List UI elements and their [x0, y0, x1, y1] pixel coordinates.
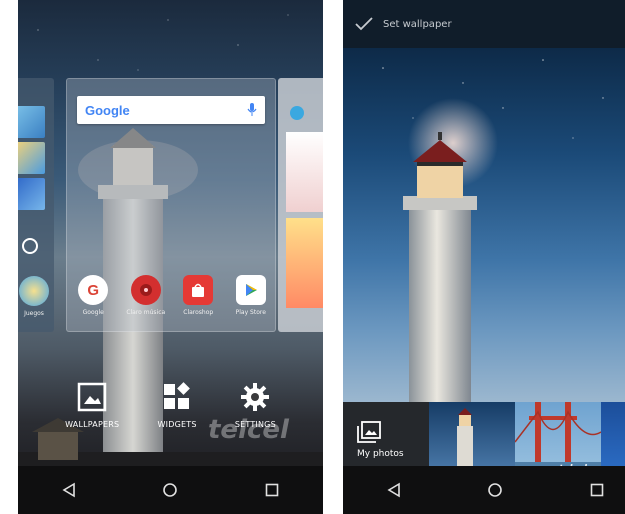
telcel-watermark: telcel: [208, 415, 289, 445]
home-icon: [163, 483, 178, 497]
google-icon: G: [78, 275, 109, 305]
app-label: Claro música: [126, 309, 166, 316]
mini-app-tile: [18, 178, 45, 210]
mini-app-tile: [18, 106, 45, 138]
back-button[interactable]: [379, 475, 409, 505]
app-row: G Google Claro música Claroshop Play Sto…: [67, 275, 275, 316]
promo-banner: [286, 132, 323, 212]
games-folder[interactable]: Juegos: [18, 276, 52, 317]
navigation-bar: [343, 466, 625, 514]
wallpapers-button[interactable]: WALLPAPERS: [65, 382, 119, 429]
home-icon: [488, 483, 503, 497]
lighthouse-preview-image: [382, 59, 604, 408]
app-label: Google: [82, 309, 104, 316]
app-label: Play Store: [235, 309, 266, 316]
recents-icon: [590, 483, 604, 497]
microphone-icon[interactable]: [247, 103, 257, 117]
photo-gallery-icon: [357, 421, 381, 443]
games-folder-icon: [19, 276, 49, 306]
back-icon: [62, 482, 75, 498]
navigation-bar: [18, 466, 323, 514]
shopping-bag-icon: [183, 275, 214, 305]
widgets-button[interactable]: WIDGETS: [158, 382, 197, 429]
widgets-icon: [164, 382, 190, 409]
google-logo-text: Google: [85, 102, 130, 118]
home-circle-icon: [22, 238, 38, 254]
google-search-bar[interactable]: Google: [77, 96, 265, 124]
games-folder-label: Juegos: [24, 310, 44, 317]
next-homescreen-card[interactable]: [278, 78, 323, 332]
recents-button[interactable]: [257, 475, 287, 505]
gear-icon: [241, 383, 270, 411]
wallpapers-label: WALLPAPERS: [65, 420, 120, 429]
app-label: Claroshop: [183, 309, 214, 316]
launcher-overview-screen: Juegos Google G Google Claro música Clar…: [18, 0, 323, 514]
mini-app-tile: [18, 142, 45, 174]
check-icon[interactable]: [355, 17, 373, 31]
wallpaper-icon: [77, 382, 107, 412]
app-claro-musica[interactable]: Claro música: [124, 275, 168, 316]
recents-button[interactable]: [582, 475, 612, 505]
home-button[interactable]: [480, 475, 510, 505]
app-play-store[interactable]: Play Store: [229, 275, 273, 316]
set-wallpaper-bar[interactable]: Set wallpaper: [343, 0, 625, 48]
my-photos-label: My photos: [357, 449, 404, 459]
weather-icon: [290, 106, 304, 120]
wallpaper-preview: [343, 48, 625, 408]
home-button[interactable]: [155, 475, 185, 505]
back-icon: [387, 482, 400, 498]
widgets-label: WIDGETS: [157, 420, 197, 429]
back-button[interactable]: [54, 475, 84, 505]
homescreen-card[interactable]: Google G Google Claro música Claroshop P…: [66, 78, 276, 332]
set-wallpaper-screen: Set wallpaper My photos: [343, 0, 625, 514]
claro-music-icon: [130, 275, 161, 305]
app-claroshop[interactable]: Claroshop: [176, 275, 220, 316]
set-wallpaper-label: Set wallpaper: [383, 18, 452, 30]
app-google[interactable]: G Google: [71, 275, 115, 316]
play-store-icon: [235, 275, 266, 305]
recents-icon: [265, 483, 279, 497]
promo-banner: [286, 218, 323, 308]
